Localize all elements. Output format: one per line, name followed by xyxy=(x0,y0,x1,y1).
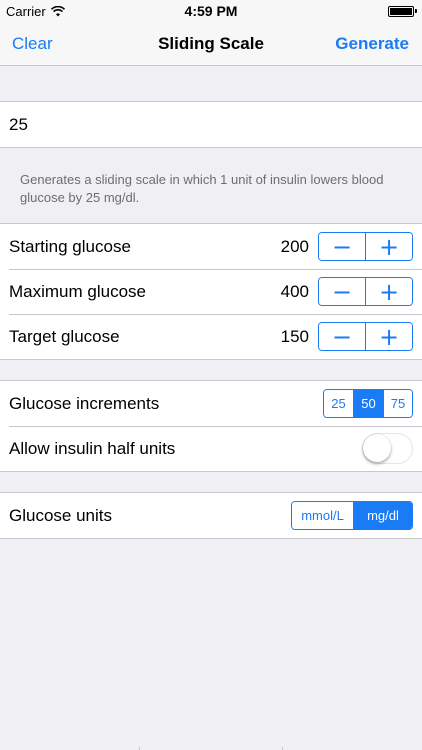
toggle-knob xyxy=(363,434,391,462)
target-glucose-increment-button[interactable]: + xyxy=(365,323,412,350)
clear-button[interactable]: Clear xyxy=(12,34,53,54)
description-text: Generates a sliding scale in which 1 uni… xyxy=(20,172,384,205)
target-glucose-label: Target glucose xyxy=(9,326,120,346)
status-left: Carrier xyxy=(6,4,65,19)
increments-segmented-control: 25 50 75 xyxy=(323,389,413,418)
increment-option-50[interactable]: 50 xyxy=(353,390,383,417)
status-bar: Carrier 4:59 PM xyxy=(0,0,422,22)
battery-icon xyxy=(388,5,417,17)
starting-glucose-increment-button[interactable]: + xyxy=(365,233,412,260)
unit-option-mgdl[interactable]: mg/dl xyxy=(353,502,412,529)
glucose-units-label: Glucose units xyxy=(9,505,112,525)
starting-glucose-value: 200 xyxy=(280,236,309,256)
glucose-settings-group: Starting glucose 200 − + Maximum glucose… xyxy=(0,223,422,360)
glucose-row-starting: Starting glucose 200 − + xyxy=(0,224,422,269)
half-units-label: Allow insulin half units xyxy=(9,438,176,458)
half-units-toggle[interactable] xyxy=(362,433,413,464)
starting-glucose-controls: 200 − + xyxy=(281,232,413,261)
target-glucose-decrement-button[interactable]: − xyxy=(319,323,365,350)
starting-glucose-stepper: − + xyxy=(318,232,413,261)
target-glucose-stepper: − + xyxy=(318,322,413,351)
battery-fill xyxy=(390,7,412,15)
maximum-glucose-stepper: − + xyxy=(318,277,413,306)
navigation-bar: Clear Sliding Scale Generate xyxy=(0,22,422,66)
unit-option-mmol[interactable]: mmol/L xyxy=(292,502,353,529)
wifi-icon xyxy=(50,5,65,16)
glucose-row-target: Target glucose 150 − + xyxy=(0,314,422,359)
increments-row: Glucose increments 25 50 75 xyxy=(0,381,422,426)
target-glucose-controls: 150 − + xyxy=(281,322,413,351)
half-units-row: Allow insulin half units xyxy=(0,426,422,471)
maximum-glucose-controls: 400 − + xyxy=(281,277,413,306)
carrier-label: Carrier xyxy=(6,3,46,19)
units-group: Glucose units mmol/L mg/dl xyxy=(0,492,422,539)
maximum-glucose-decrement-button[interactable]: − xyxy=(319,278,365,305)
glucose-row-maximum: Maximum glucose 400 − + xyxy=(0,269,422,314)
maximum-glucose-value: 400 xyxy=(280,281,309,301)
target-glucose-value: 150 xyxy=(280,326,309,346)
units-segmented-control: mmol/L mg/dl xyxy=(291,501,413,530)
generate-button[interactable]: Generate xyxy=(335,34,409,54)
insulin-sensitivity-input[interactable] xyxy=(0,102,422,147)
maximum-glucose-increment-button[interactable]: + xyxy=(365,278,412,305)
maximum-glucose-label: Maximum glucose xyxy=(9,281,146,301)
insulin-field-group xyxy=(0,101,422,148)
increment-option-75[interactable]: 75 xyxy=(383,390,412,417)
units-row: Glucose units mmol/L mg/dl xyxy=(0,493,422,538)
glucose-increments-label: Glucose increments xyxy=(9,393,160,413)
starting-glucose-label: Starting glucose xyxy=(9,236,131,256)
bottom-marks xyxy=(0,746,422,750)
increment-option-25[interactable]: 25 xyxy=(324,390,353,417)
options-group: Glucose increments 25 50 75 Allow insuli… xyxy=(0,380,422,472)
starting-glucose-decrement-button[interactable]: − xyxy=(319,233,365,260)
